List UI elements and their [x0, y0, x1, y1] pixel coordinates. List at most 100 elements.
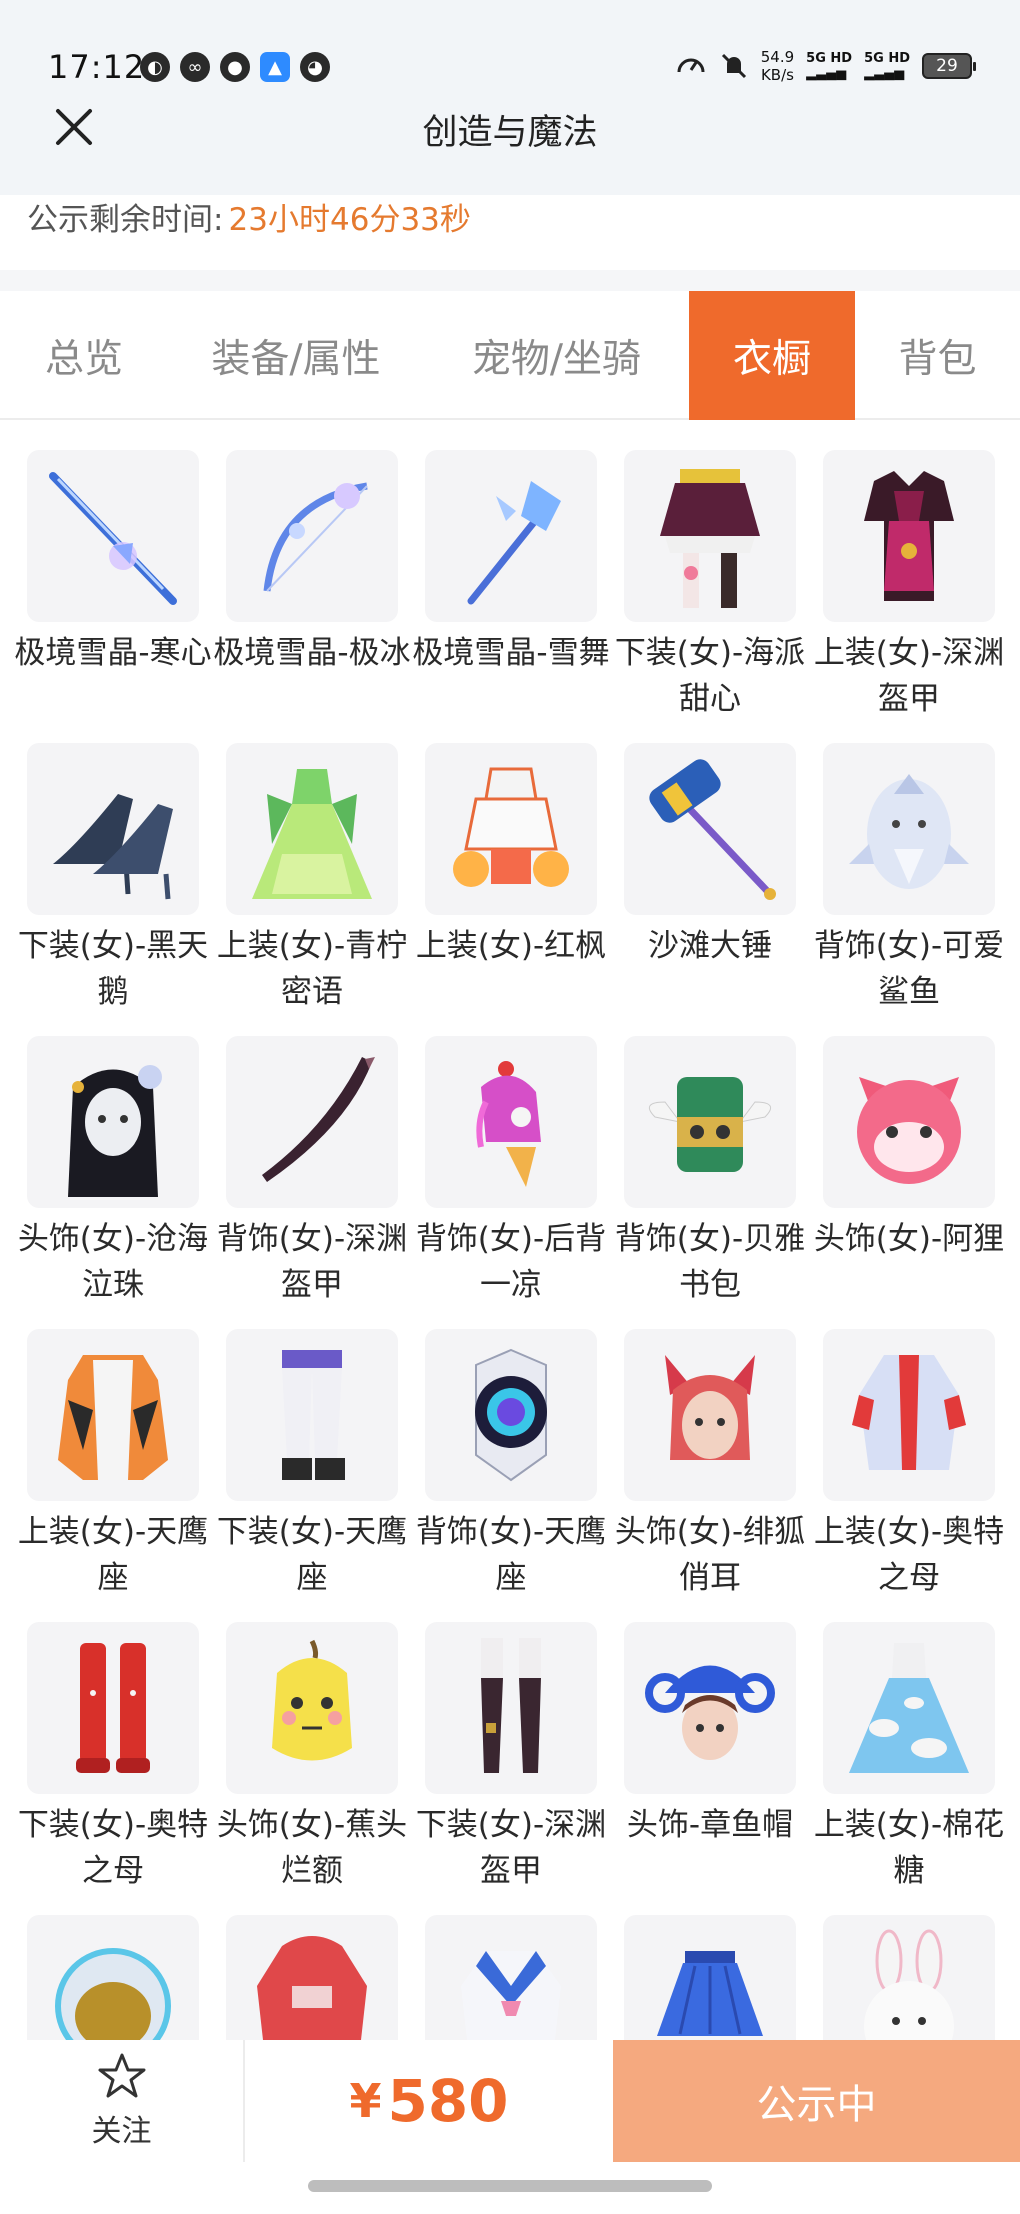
banana-head-icon — [272, 1639, 352, 1761]
wardrobe-item[interactable]: 上装(女)-天鹰座 — [18, 1329, 208, 1601]
pants-icon — [282, 1350, 345, 1480]
item-thumbnail — [226, 1622, 398, 1794]
boots-icon — [76, 1643, 150, 1773]
item-name: 背饰(女)-天鹰座 — [415, 1514, 607, 1596]
item-thumbnail — [226, 1329, 398, 1501]
hammer-icon — [649, 759, 776, 900]
wardrobe-item[interactable] — [27, 1915, 199, 2040]
item-name: 上装(女)-棉花糖 — [813, 1807, 1005, 1889]
item-name: 极境雪晶-极冰 — [213, 635, 411, 671]
item-thumbnail — [624, 1329, 796, 1501]
follow-button[interactable]: 关注 — [0, 2040, 245, 2162]
hoodie-icon — [257, 1936, 367, 2040]
wardrobe-item[interactable]: 极境雪晶-寒心 — [14, 450, 212, 676]
wardrobe-item[interactable]: 背饰(女)-天鹰座 — [416, 1329, 606, 1601]
wardrobe-item[interactable]: 上装(女)-红枫 — [416, 743, 606, 969]
sim2-label: 5G HD — [864, 51, 910, 66]
item-thumbnail — [226, 450, 398, 622]
notification-icons: ◐ ∞ ● ▲ ◕ — [140, 52, 330, 82]
tab-label: 总览 — [44, 336, 123, 382]
stockings-icon — [481, 1638, 541, 1773]
wardrobe-item[interactable]: 下装(女)-深渊盔甲 — [416, 1622, 606, 1894]
sim1-label: 5G HD — [806, 51, 853, 66]
item-thumbnail — [27, 450, 199, 622]
item-thumbnail — [823, 1622, 995, 1794]
item-thumbnail — [823, 1915, 995, 2040]
wardrobe-item[interactable]: 背饰(女)-贝雅书包 — [615, 1036, 805, 1308]
item-thumbnail — [425, 1329, 597, 1501]
wardrobe-item[interactable] — [823, 1915, 995, 2040]
item-thumbnail — [226, 1915, 398, 2040]
home-indicator[interactable] — [308, 2180, 712, 2192]
item-thumbnail — [425, 450, 597, 622]
pleated-skirt-icon — [657, 1951, 763, 2036]
wardrobe-item[interactable]: 下装(女)-海派甜心 — [615, 450, 805, 722]
wardrobe-item[interactable]: 头饰(女)-蕉头烂额 — [217, 1622, 407, 1894]
wardrobe-item[interactable]: 上装(女)-棉花糖 — [814, 1622, 1004, 1894]
publicity-status-button[interactable]: 公示中 — [613, 2040, 1020, 2162]
item-name: 沙滩大锤 — [648, 928, 772, 964]
rabbit-head-icon — [864, 1929, 954, 2040]
wardrobe-item[interactable]: 上装(女)-深渊盔甲 — [814, 450, 1004, 722]
tab-wardrobe[interactable]: 衣橱 — [689, 291, 855, 420]
wardrobe-item[interactable]: 背饰(女)-深渊盔甲 — [217, 1036, 407, 1308]
net-speed: 54.9 KB/s — [761, 48, 794, 84]
wardrobe-item[interactable]: 下装(女)-天鹰座 — [217, 1329, 407, 1601]
ice-sword-icon — [49, 472, 177, 605]
tab-label: 衣橱 — [732, 336, 811, 382]
octopus-hat-icon — [645, 1665, 775, 1760]
item-name: 上装(女)-红枫 — [415, 928, 607, 964]
tab-backpack[interactable]: 背包 — [855, 291, 1020, 420]
wardrobe-item[interactable] — [226, 1915, 398, 2040]
item-thumbnail — [823, 1329, 995, 1501]
status-bar: 17:12 ◐ ∞ ● ▲ ◕ 54.9 KB/s 5G HD ▂▃▄▅ 5G … — [0, 0, 1020, 120]
qq-icon: ● — [220, 52, 250, 82]
wardrobe-item[interactable]: 极境雪晶-极冰 — [213, 450, 411, 676]
wardrobe-item[interactable]: 背饰(女)-可爱鲨鱼 — [814, 743, 1004, 1015]
item-thumbnail — [425, 1036, 597, 1208]
top-area: 17:12 ◐ ∞ ● ▲ ◕ 54.9 KB/s 5G HD ▂▃▄▅ 5G … — [0, 0, 1020, 195]
item-name: 下装(女)-深渊盔甲 — [415, 1807, 607, 1889]
ice-staff-icon — [467, 481, 561, 605]
notice-box: 公示剩余时间: 23小时46分33秒 — [0, 195, 1020, 270]
wardrobe-item[interactable]: 极境雪晶-雪舞 — [412, 450, 610, 676]
item-name: 头饰(女)-沧海泣珠 — [17, 1221, 209, 1303]
tab-equipment[interactable]: 装备/属性 — [168, 291, 424, 420]
divider — [0, 270, 1020, 291]
item-name: 背饰(女)-后背一凉 — [415, 1221, 607, 1303]
item-thumbnail — [226, 1036, 398, 1208]
wardrobe-item[interactable]: 下装(女)-黑天鹅 — [18, 743, 208, 1015]
item-name: 头饰(女)-绯狐俏耳 — [614, 1514, 806, 1596]
price: ¥ 580 — [245, 2040, 613, 2162]
price-value: 580 — [387, 2067, 509, 2135]
item-thumbnail — [624, 450, 796, 622]
wardrobe-item[interactable]: 头饰(女)-绯狐俏耳 — [615, 1329, 805, 1601]
wardrobe-item[interactable]: 头饰(女)-沧海泣珠 — [18, 1036, 208, 1308]
item-name: 下装(女)-奥特之母 — [17, 1807, 209, 1889]
app-notification-icon: ▲ — [260, 52, 290, 82]
wardrobe-item[interactable] — [425, 1915, 597, 2040]
tab-overview[interactable]: 总览 — [0, 291, 168, 420]
shark-backpack-icon — [849, 774, 969, 889]
wardrobe-item[interactable]: 背饰(女)-后背一凉 — [416, 1036, 606, 1308]
item-name: 头饰-章鱼帽 — [626, 1807, 794, 1843]
item-name: 下装(女)-黑天鹅 — [17, 928, 209, 1010]
signal-bars-icon: ▂▃▄▅ — [864, 66, 905, 81]
wardrobe-item[interactable]: 上装(女)-青柠密语 — [217, 743, 407, 1015]
item-name: 背饰(女)-可爱鲨鱼 — [813, 928, 1005, 1010]
sim1-signal: 5G HD ▂▃▄▅ — [806, 51, 852, 81]
item-thumbnail — [27, 743, 199, 915]
wardrobe-item[interactable]: 下装(女)-奥特之母 — [18, 1622, 208, 1894]
wardrobe-item[interactable]: 沙滩大锤 — [624, 743, 796, 969]
tab-pets[interactable]: 宠物/坐骑 — [424, 291, 689, 420]
tab-label: 背包 — [898, 336, 977, 382]
wardrobe-item[interactable]: 头饰-章鱼帽 — [624, 1622, 796, 1848]
item-thumbnail — [226, 743, 398, 915]
wardrobe-item[interactable]: 头饰(女)-阿狸 — [814, 1036, 1004, 1262]
item-thumbnail — [624, 1622, 796, 1794]
wardrobe-item[interactable] — [624, 1915, 796, 2040]
wardrobe-item[interactable]: 上装(女)-奥特之母 — [814, 1329, 1004, 1601]
item-thumbnail — [425, 1915, 597, 2040]
fox-ears-icon — [665, 1355, 755, 1460]
item-thumbnail — [27, 1622, 199, 1794]
